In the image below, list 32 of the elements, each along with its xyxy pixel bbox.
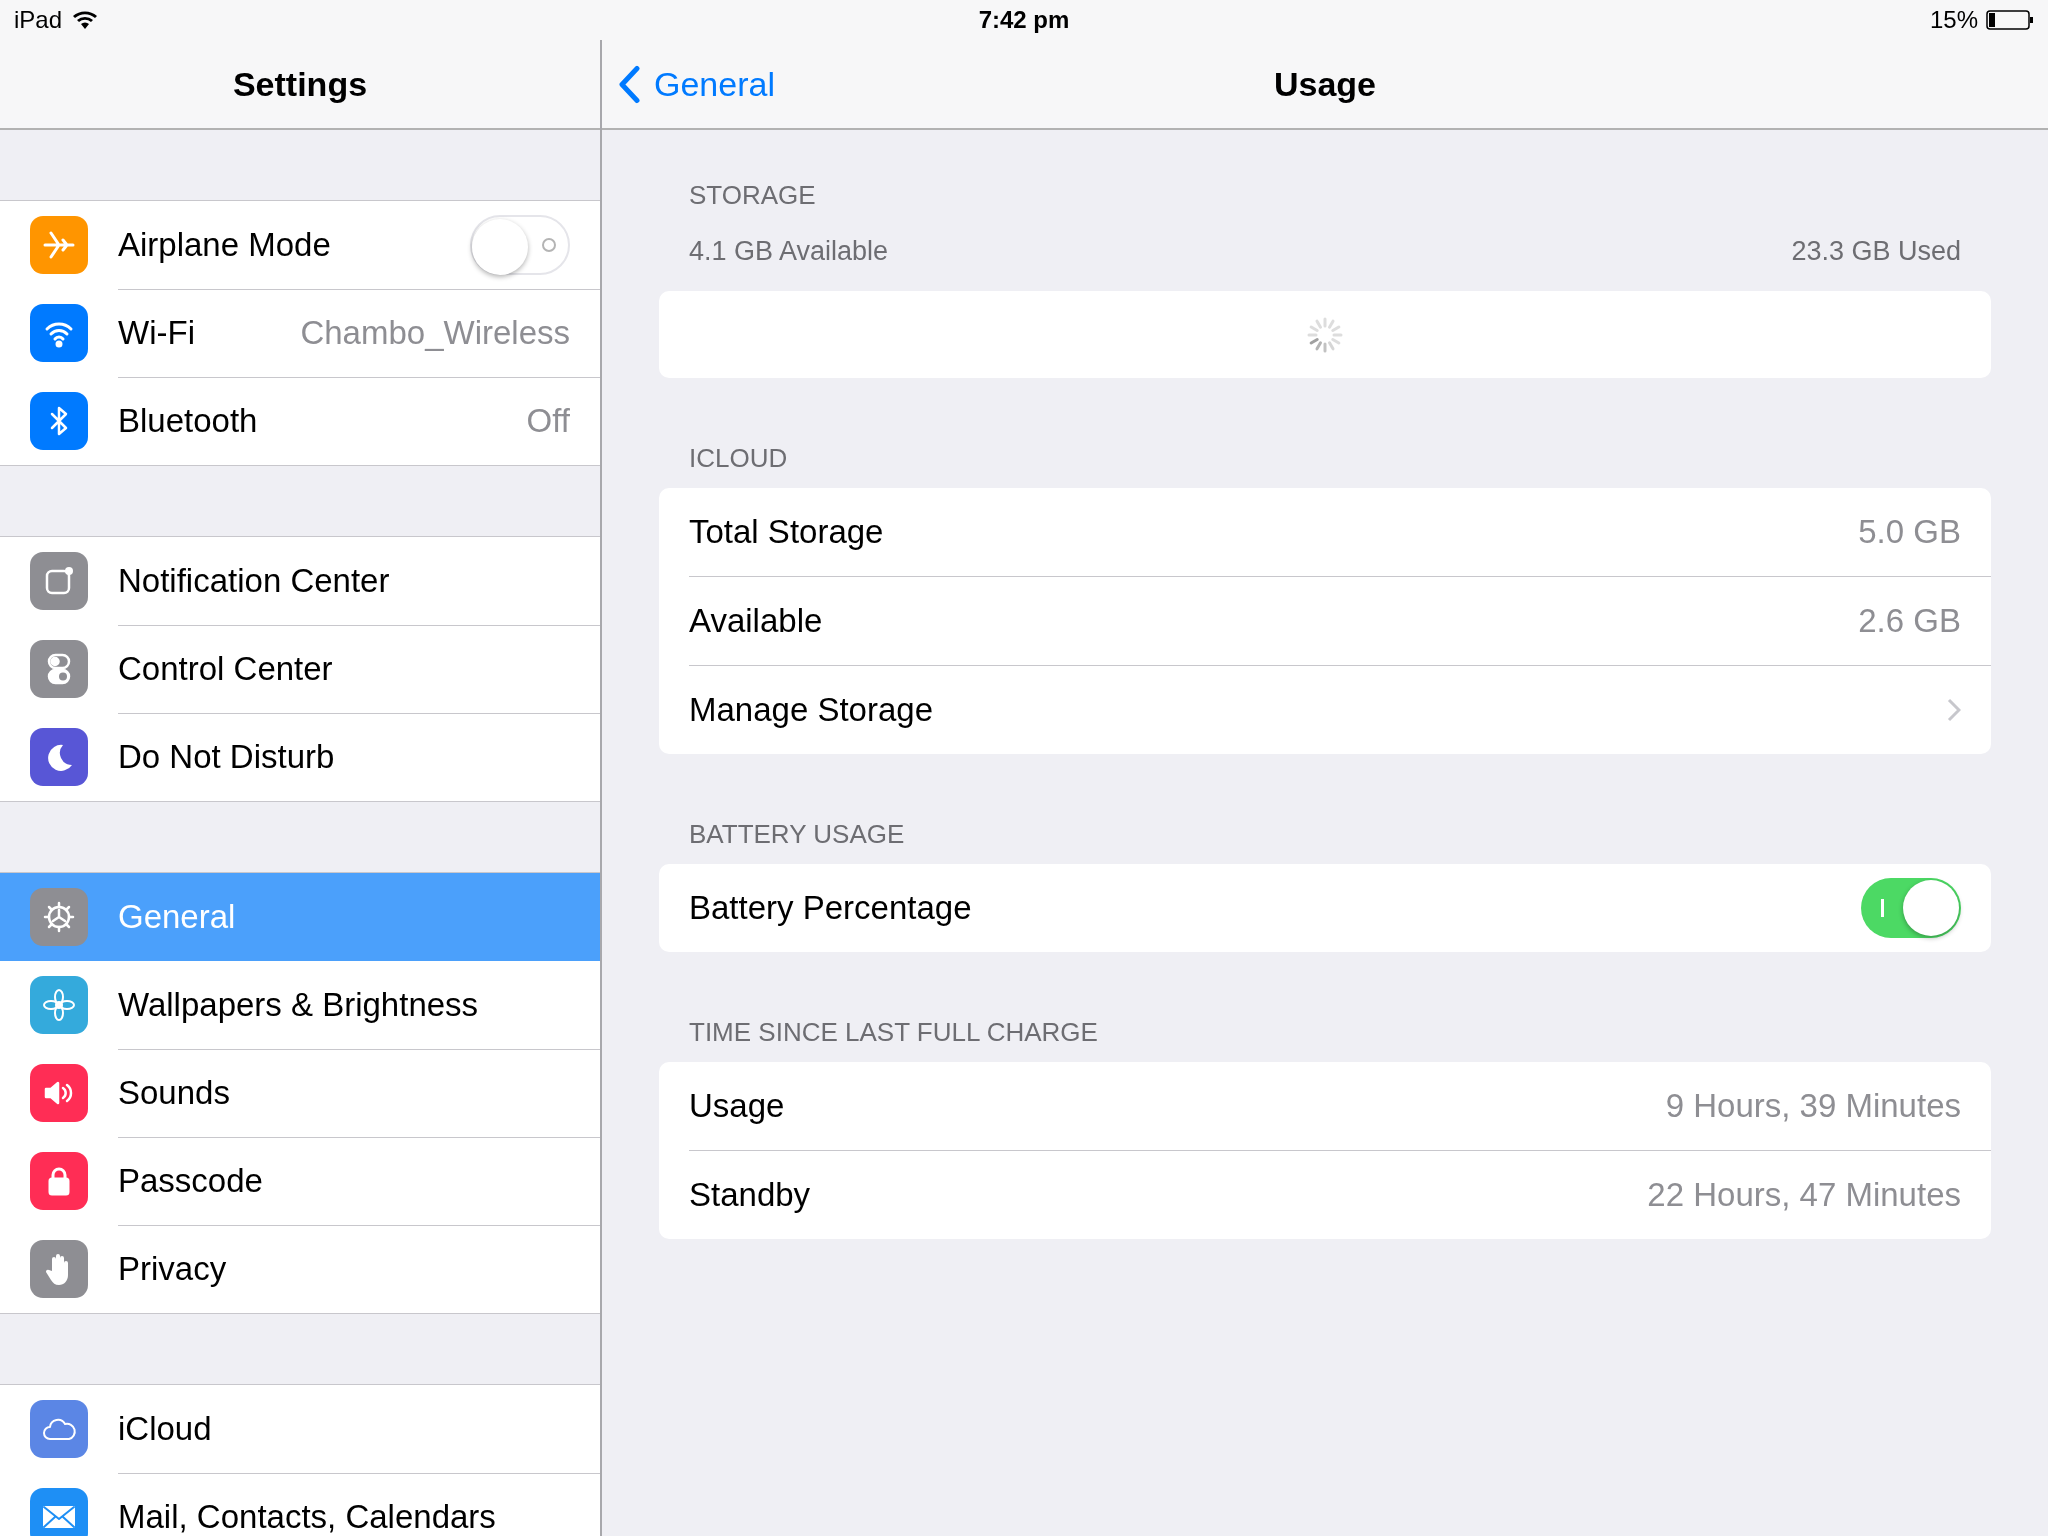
section-header: ICLOUD — [688, 442, 789, 475]
on-mark-icon — [1881, 899, 1884, 917]
setting-value: Off — [526, 402, 570, 440]
row-value: 5.0 GB — [1858, 513, 1961, 551]
off-mark-icon — [542, 237, 556, 252]
storage-available: 4.1 GB Available — [689, 235, 889, 267]
toggle-switch[interactable] — [470, 214, 570, 275]
wifi-icon — [72, 10, 99, 30]
section-header: STORAGE — [688, 179, 817, 212]
row-value: 9 Hours, 39 Minutes — [1665, 1087, 1961, 1125]
row-label: Available — [689, 602, 824, 640]
battery-percentage: 15% — [1929, 6, 1978, 34]
row-label: Battery Percentage — [689, 889, 973, 927]
row-label: Usage — [689, 1087, 786, 1125]
row-value: 22 Hours, 47 Minutes — [1647, 1176, 1961, 1214]
sidebar-title: Settings — [232, 64, 368, 104]
section-header: TIME SINCE LAST FULL CHARGE — [688, 1016, 1099, 1049]
page-title: Usage — [1273, 64, 1377, 104]
row-value: 2.6 GB — [1858, 602, 1961, 640]
chevron-icon — [1947, 698, 1961, 722]
device-name: iPad — [14, 6, 63, 34]
chevron-left-icon — [618, 65, 640, 103]
storage-used: 23.3 GB Used — [1791, 235, 1961, 267]
row-label: Total Storage — [689, 513, 885, 551]
toggle-switch[interactable] — [1861, 878, 1961, 938]
section-header: BATTERY USAGE — [688, 818, 906, 851]
back-button[interactable]: General — [618, 64, 775, 104]
row-label[interactable]: Manage Storage — [689, 691, 1947, 729]
row-label: Standby — [689, 1176, 812, 1214]
clock-time: 7:42 pm — [978, 6, 1070, 33]
battery-icon — [1986, 10, 2034, 30]
setting-value: Chambo_Wireless — [300, 313, 570, 352]
